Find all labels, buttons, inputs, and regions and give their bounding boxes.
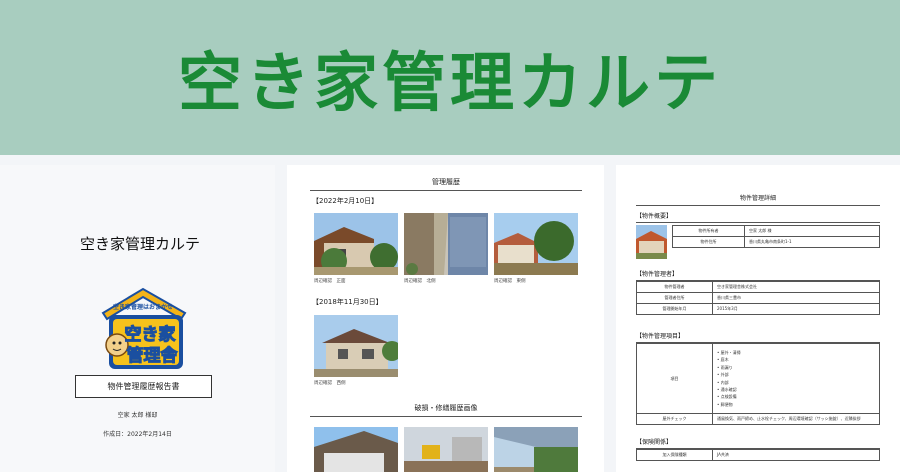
banner: 空き家管理カルテ (0, 0, 900, 155)
list-item: 内部 (717, 379, 875, 386)
photo-house-front (314, 213, 398, 275)
detail-page: 物件管理詳細 【物件概要】 物件所有者 空家 太郎 様 物件住所 香川県丸亀市南… (616, 165, 900, 472)
banner-title: 空き家管理カルテ (178, 46, 722, 121)
photo-caption-4: 周辺確認 西側 (314, 381, 346, 386)
manager-value: 2015年3月 (712, 303, 880, 315)
photo-caption-1: 周辺確認 正面 (314, 279, 346, 284)
overview-label: 【物件概要】 (636, 211, 880, 223)
detail-heading: 物件管理詳細 (636, 193, 880, 206)
items-label: 【物件管理項目】 (636, 331, 880, 343)
list-item: 外部 (717, 371, 875, 378)
list-item: 点検設備 (717, 393, 875, 400)
property-thumbnail (636, 225, 667, 259)
manager-label: 【物件管理者】 (636, 269, 880, 281)
items-table: 項目 屋外・清掃 庭木 雨漏り 外部 内部 通水確認 点検設備 郵便物 屋外チェ… (636, 343, 880, 425)
date-label-2: 【2018年11月30日】 (312, 298, 383, 306)
items-list: 屋外・清掃 庭木 雨漏り 外部 内部 通水確認 点検設備 郵便物 (717, 349, 875, 408)
list-item: 通水確認 (717, 386, 875, 393)
photo-damage-2 (404, 427, 488, 472)
photo-house-north (404, 213, 488, 275)
cover-title: 空き家管理カルテ (80, 235, 201, 253)
list-item: 郵便物 (717, 401, 875, 408)
photo-house-west (314, 315, 398, 377)
manager-key: 物件管理者 (636, 281, 713, 293)
owner-name: 空家 太郎 様邸 (117, 412, 158, 419)
insurance-key: 加入保険種類 (636, 449, 713, 461)
insurance-label: 【保険関係】 (636, 437, 880, 449)
overview-key: 物件所有者 (672, 225, 745, 237)
manager-key: 管理者住所 (636, 292, 713, 304)
photo-caption-3: 周辺確認 東側 (494, 279, 526, 284)
date-label-1: 【2022年2月10日】 (312, 197, 379, 205)
overview-value: 香川県丸亀市南条町1-1 (744, 236, 880, 248)
photo-caption-2: 周辺確認 北側 (404, 279, 436, 284)
cover-page: 空き家管理カルテ 空き家 管理舎 空き家管理はおまかせ 物件管理履歴報告書 空家… (0, 165, 275, 472)
manager-value: 香川県三豊市 (712, 292, 880, 304)
manager-value: 空き家管理舎株式会社 (712, 281, 880, 293)
insurance-table: 加入保険種類 JA共済 (636, 449, 880, 461)
photo-house-east (494, 213, 578, 275)
check-key: 屋外チェック (636, 413, 713, 425)
svg-text:管理舎: 管理舎 (127, 345, 179, 366)
list-item: 庭木 (717, 356, 875, 363)
overview-value: 空家 太郎 様 (744, 225, 880, 237)
overview-key: 物件住所 (672, 236, 745, 248)
list-item: 屋外・清掃 (717, 349, 875, 356)
photo-damage-1 (314, 427, 398, 472)
company-logo: 空き家 管理舎 空き家管理はおまかせ (95, 285, 191, 377)
overview-table: 物件所有者 空家 太郎 様 物件住所 香川県丸亀市南条町1-1 (672, 225, 880, 248)
history-page: 管理履歴 【2022年2月10日】 周辺確認 正面 周辺確認 北側 周辺確認 東… (287, 165, 604, 472)
svg-text:空き家: 空き家 (125, 324, 176, 345)
insurance-value: JA共済 (712, 449, 880, 461)
history-heading: 管理履歴 (310, 177, 582, 191)
list-item: 雨漏り (717, 364, 875, 371)
items-key: 項目 (636, 343, 713, 414)
manager-table: 物件管理者 空き家管理舎株式会社 管理者住所 香川県三豊市 管理開始年月 201… (636, 281, 880, 315)
check-value: 通風換気、雨戸締め、止水栓チェック、周辺環境確認（サッシ施錠）、近隣挨拶 (712, 413, 880, 425)
damage-heading: 破損・修繕履歴画像 (310, 403, 582, 417)
created-date: 作成日：2022年2月14日 (103, 431, 172, 438)
report-title-box: 物件管理履歴報告書 (75, 375, 212, 398)
photo-damage-3 (494, 427, 578, 472)
items-cell: 屋外・清掃 庭木 雨漏り 外部 内部 通水確認 点検設備 郵便物 (712, 343, 880, 414)
svg-text:空き家管理はおまかせ: 空き家管理はおまかせ (113, 303, 173, 311)
manager-key: 管理開始年月 (636, 303, 713, 315)
